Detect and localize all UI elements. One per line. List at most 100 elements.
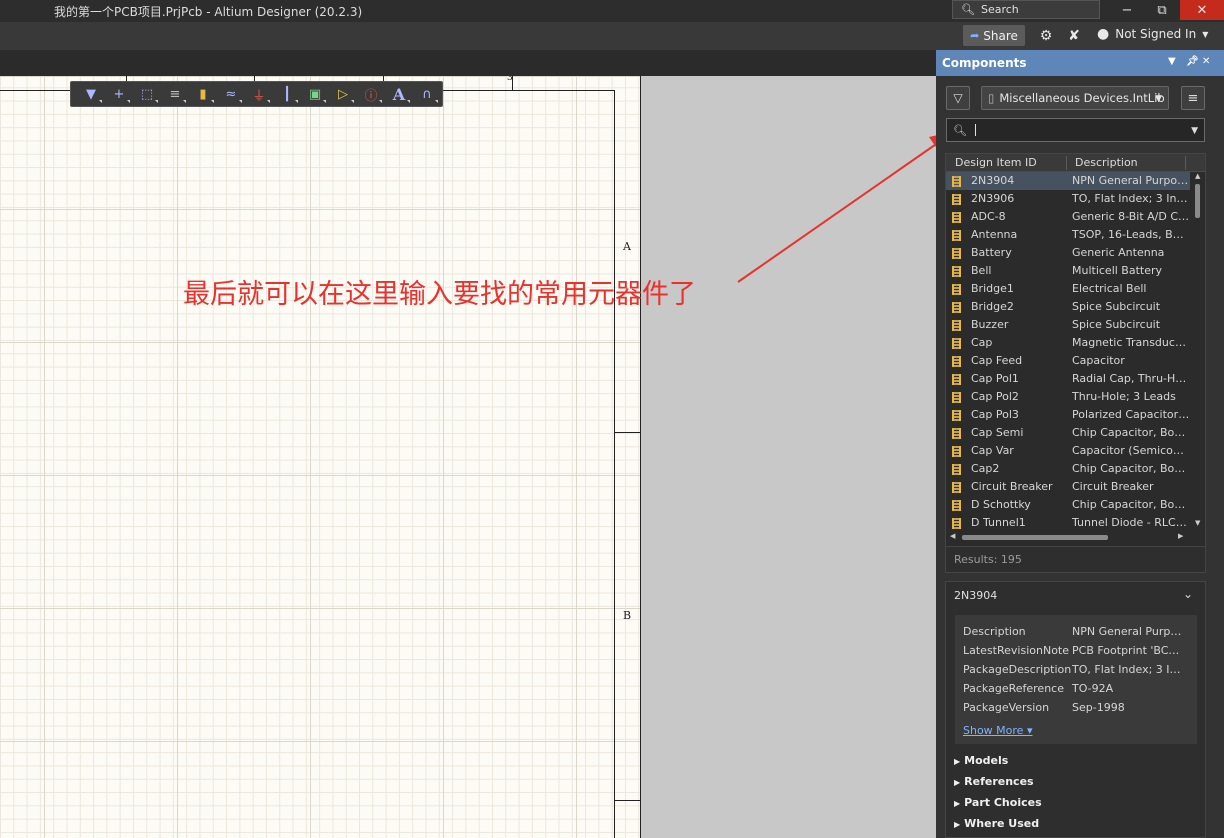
panel-header: Components ▼ 📌︎ ✕ (936, 50, 1224, 76)
section-where-used[interactable]: ▶ Where Used (954, 817, 1039, 830)
chevron-down-icon[interactable]: ▼ (1191, 126, 1198, 136)
crosshair-icon[interactable]: + (105, 83, 133, 105)
share-button[interactable]: ➦ Share (963, 25, 1025, 46)
item-description: Magnetic Transducer Buzzer (1072, 336, 1190, 349)
property-key: PackageDescription (963, 663, 1072, 676)
scroll-right-icon[interactable]: ▶ (1178, 532, 1183, 540)
harness-icon[interactable]: ▣ (301, 83, 329, 105)
arc-icon[interactable]: ∩ (413, 83, 441, 105)
design-item-id: Cap Pol3 (971, 408, 1019, 421)
chevron-down-icon: ▼ (1155, 94, 1162, 104)
scroll-down-icon[interactable]: ▼ (1195, 519, 1200, 527)
component-icon (952, 374, 961, 385)
expand-triangle-icon: ▶ (954, 778, 961, 787)
list-item[interactable]: Buzzer Spice Subcircuit (946, 316, 1190, 334)
item-description: TO, Flat Index; 3 In-Line (1072, 192, 1190, 205)
ground-icon[interactable]: ⏚ (245, 83, 273, 105)
design-item-id: Bridge2 (971, 300, 1014, 313)
item-description: Chip Capacitor, Body 3.2mm (1072, 462, 1190, 475)
item-description: Capacitor (1072, 354, 1125, 367)
column-design-item-id[interactable]: Design Item ID (955, 156, 1037, 169)
scroll-up-icon[interactable]: ▲ (1195, 172, 1200, 180)
property-row: Description NPN General Purpose Amplifie… (963, 625, 1182, 638)
list-item[interactable]: ADC-8 Generic 8-Bit A/D Converter (946, 208, 1190, 226)
list-item[interactable]: Cap Feed Capacitor (946, 352, 1190, 370)
component-icon (952, 518, 961, 529)
component-icon (952, 230, 961, 241)
list-item[interactable]: Cap Magnetic Transducer Buzzer (946, 334, 1190, 352)
port-icon[interactable]: ▷ (329, 83, 357, 105)
item-description: Generic Antenna (1072, 246, 1165, 259)
bus-entry-icon[interactable]: ┃ (273, 83, 301, 105)
list-item[interactable]: Bridge2 Spice Subcircuit (946, 298, 1190, 316)
column-description[interactable]: Description (1075, 156, 1138, 169)
design-item-id: Circuit Breaker (971, 480, 1053, 493)
design-item-id: Cap Feed (971, 354, 1023, 367)
component-icon (952, 248, 961, 259)
sign-in-menu[interactable]: ● Not Signed In ▼ (1097, 26, 1208, 42)
vertical-scrollbar[interactable]: ▲ ▼ (1192, 172, 1204, 527)
minimize-button[interactable]: − (1111, 0, 1143, 20)
scroll-left-icon[interactable]: ◀ (950, 532, 955, 540)
schematic-canvas[interactable]: 3 A B (0, 76, 936, 838)
detail-title: 2N3904 (954, 589, 998, 602)
list-item[interactable]: Cap Pol3 Polarized Capacitor (Radial) (946, 406, 1190, 424)
column-separator[interactable] (1066, 156, 1067, 170)
list-item[interactable]: D Schottky Chip Capacitor, Body 3.2mm (946, 496, 1190, 514)
list-item[interactable]: Antenna TSOP, 16-Leads, Body 10mm (946, 226, 1190, 244)
directive-icon[interactable]: ⓘ (357, 83, 385, 105)
item-description: TSOP, 16-Leads, Body 10mm (1072, 228, 1190, 241)
design-item-id: 2N3904 (971, 174, 1015, 187)
list-item[interactable]: Battery Generic Antenna (946, 244, 1190, 262)
list-item[interactable]: Cap Semi Chip Capacitor, Body 3.2mm (946, 424, 1190, 442)
list-item[interactable]: 2N3904 NPN General Purpose Amplifier (946, 172, 1190, 190)
zone-number: 3 (507, 76, 513, 83)
section-references[interactable]: ▶ References (954, 775, 1034, 788)
panel-close-icon[interactable]: ✕ (1202, 56, 1210, 67)
scroll-thumb[interactable] (962, 535, 1108, 540)
library-select[interactable]: ▯ Miscellaneous Devices.IntLib ▼ (981, 86, 1169, 110)
design-item-id: 2N3906 (971, 192, 1015, 205)
panel-options-button[interactable]: ≡ (1181, 86, 1205, 110)
scroll-thumb[interactable] (1195, 184, 1200, 218)
list-item[interactable]: Bridge1 Electrical Bell (946, 280, 1190, 298)
list-item[interactable]: Cap Var Capacitor (Semiconductor) (946, 442, 1190, 460)
zone-letter-b: B (623, 609, 632, 622)
list-item[interactable]: Cap2 Chip Capacitor, Body 3.2mm (946, 460, 1190, 478)
property-value: TO, Flat Index; 3 In-Line (1072, 663, 1182, 676)
list-item[interactable]: Circuit Breaker Circuit Breaker (946, 478, 1190, 496)
panel-menu-icon[interactable]: ▼ (1168, 56, 1176, 67)
align-icon[interactable]: ≡ (161, 83, 189, 105)
wire-icon[interactable]: ≈ (217, 83, 245, 105)
filter-icon[interactable]: ▼ (77, 83, 105, 105)
list-header: Design Item ID Description (946, 154, 1205, 172)
text-icon[interactable]: A (385, 83, 413, 105)
list-item[interactable]: Bell Multicell Battery (946, 262, 1190, 280)
global-search-box[interactable]: 🔍︎ Search (952, 0, 1100, 19)
list-item[interactable]: Cap Pol1 Radial Cap, Thru-Hole (946, 370, 1190, 388)
pin-icon[interactable]: 📌︎ (1186, 56, 1199, 67)
filter-button[interactable]: ▽ (946, 86, 970, 110)
component-icon[interactable]: ▮ (189, 83, 217, 105)
close-button[interactable]: ✕ (1180, 0, 1224, 20)
column-separator[interactable] (1185, 156, 1186, 170)
restore-button[interactable]: ⧉ (1146, 0, 1178, 20)
list-item[interactable]: Cap Pol2 Thru-Hole; 3 Leads (946, 388, 1190, 406)
select-rect-icon[interactable]: ⬚ (133, 83, 161, 105)
property-row: PackageReference TO-92A (963, 682, 1113, 695)
section-part-choices[interactable]: ▶ Part Choices (954, 796, 1042, 809)
property-value: Sep-1998 (1072, 701, 1125, 714)
design-item-id: D Tunnel1 (971, 516, 1026, 529)
chevron-down-icon: ▼ (1202, 29, 1209, 39)
item-description: Capacitor (Semiconductor) (1072, 444, 1190, 457)
gear-icon[interactable]: ⚙ (1037, 27, 1055, 45)
horizontal-scrollbar[interactable]: ◀ ▶ (946, 530, 1192, 544)
design-item-id: Battery (971, 246, 1012, 259)
show-more-link[interactable]: Show More ▾ (963, 724, 1032, 737)
list-item[interactable]: 2N3906 TO, Flat Index; 3 In-Line (946, 190, 1190, 208)
collapse-icon[interactable]: ⌄ (1183, 587, 1193, 601)
item-description: Spice Subcircuit (1072, 300, 1161, 313)
section-models[interactable]: ▶ Models (954, 754, 1008, 767)
notifications-off-icon[interactable]: ✘ (1065, 27, 1083, 45)
component-search-input[interactable]: 🔍︎ ▼ (946, 118, 1205, 142)
